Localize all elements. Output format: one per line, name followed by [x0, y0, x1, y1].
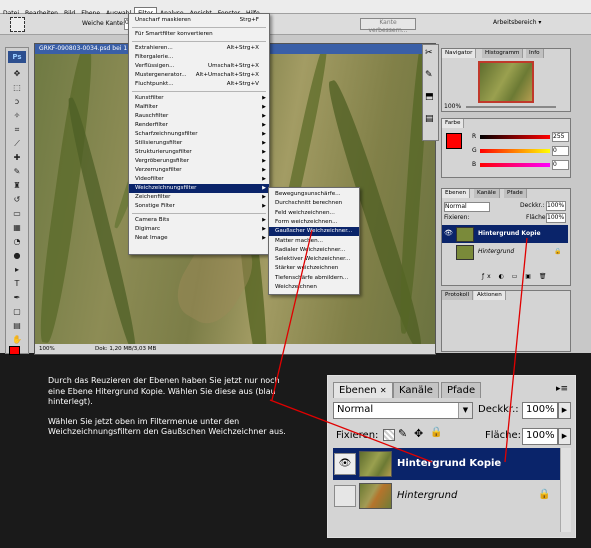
arrow-to-small-layer — [504, 237, 528, 463]
arrow-to-gaussian-blur — [271, 229, 313, 401]
arrow-to-zoomed-layer — [269, 399, 433, 463]
annotation-arrows — [269, 229, 528, 463]
